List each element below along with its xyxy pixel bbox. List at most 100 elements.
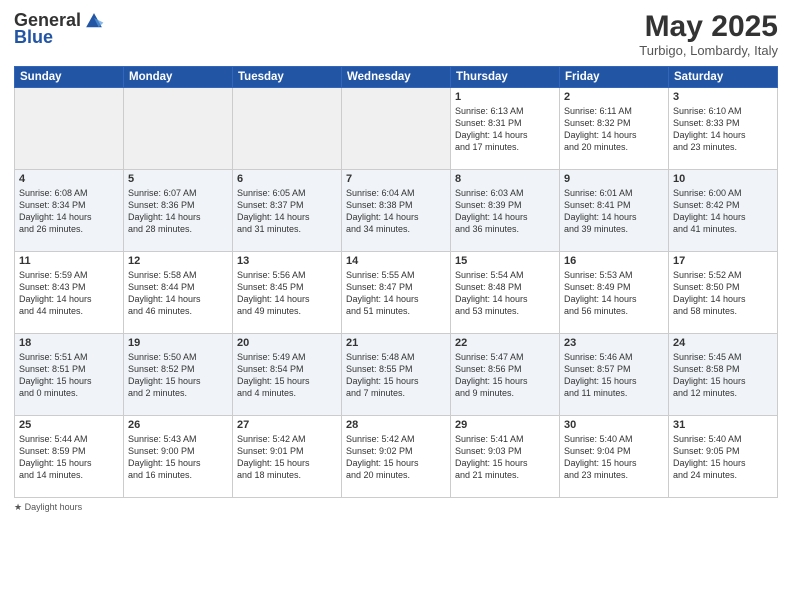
calendar-cell: 13 Sunrise: 5:56 AM Sunset: 8:45 PM Dayli… [233,252,342,334]
day-info: Sunrise: 6:04 AM Sunset: 8:38 PM Dayligh… [346,187,446,236]
calendar-cell: 3Sunrise: 6:10 AM Sunset: 8:33 PM Daylig… [669,88,778,170]
day-info: Sunrise: 5:50 AM Sunset: 8:52 PM Dayligh… [128,351,228,400]
calendar-cell: 8 Sunrise: 6:03 AM Sunset: 8:39 PM Daylig… [451,170,560,252]
calendar-cell: 16Sunrise: 5:53 AM Sunset: 8:49 PM Dayli… [560,252,669,334]
day-info: Sunrise: 5:42 AM Sunset: 9:02 PM Dayligh… [346,433,446,482]
calendar-week-2: 4 Sunrise: 6:08 AM Sunset: 8:34 PM Daylig… [15,170,778,252]
column-header-saturday: Saturday [669,67,778,88]
calendar-cell: 9 Sunrise: 6:01 AM Sunset: 8:41 PM Daylig… [560,170,669,252]
day-number: 12 [128,255,228,267]
day-number: 26 [128,419,228,431]
day-number: 18 [19,337,119,349]
day-info: Sunrise: 5:49 AM Sunset: 8:54 PM Dayligh… [237,351,337,400]
calendar-cell: 31 Sunrise: 5:40 AM Sunset: 9:05 PM Dayli… [669,416,778,498]
day-info: Sunrise: 6:07 AM Sunset: 8:36 PM Dayligh… [128,187,228,236]
day-info: Sunrise: 6:08 AM Sunset: 8:34 PM Dayligh… [19,187,119,236]
day-info: Sunrise: 5:52 AM Sunset: 8:50 PM Dayligh… [673,269,773,318]
day-info: Sunrise: 5:51 AM Sunset: 8:51 PM Dayligh… [19,351,119,400]
calendar-cell: 12 Sunrise: 5:58 AM Sunset: 8:44 PM Dayli… [124,252,233,334]
day-number: 8 [455,173,555,185]
day-number: 14 [346,255,446,267]
calendar-cell: 19Sunrise: 5:50 AM Sunset: 8:52 PM Dayli… [124,334,233,416]
page: General Blue May 2025 Turbigo, Lombardy,… [0,0,792,612]
column-header-tuesday: Tuesday [233,67,342,88]
day-number: 11 [19,255,119,267]
month-title: May 2025 [639,10,778,43]
calendar-header-row: SundayMondayTuesdayWednesdayThursdayFrid… [15,67,778,88]
logo-blue: Blue [14,28,53,48]
day-number: 23 [564,337,664,349]
day-info: Sunrise: 5:53 AM Sunset: 8:49 PM Dayligh… [564,269,664,318]
calendar-cell: 26 Sunrise: 5:43 AM Sunset: 9:00 PM Dayli… [124,416,233,498]
day-info: Sunrise: 5:40 AM Sunset: 9:05 PM Dayligh… [673,433,773,482]
day-number: 6 [237,173,337,185]
day-info: Sunrise: 5:46 AM Sunset: 8:57 PM Dayligh… [564,351,664,400]
calendar-cell: 4 Sunrise: 6:08 AM Sunset: 8:34 PM Daylig… [15,170,124,252]
calendar-week-3: 11 Sunrise: 5:59 AM Sunset: 8:43 PM Dayli… [15,252,778,334]
day-info: Sunrise: 5:40 AM Sunset: 9:04 PM Dayligh… [564,433,664,482]
day-info: Sunrise: 5:43 AM Sunset: 9:00 PM Dayligh… [128,433,228,482]
calendar-cell: 17 Sunrise: 5:52 AM Sunset: 8:50 PM Dayli… [669,252,778,334]
day-info: Sunrise: 5:58 AM Sunset: 8:44 PM Dayligh… [128,269,228,318]
calendar-cell: 28 Sunrise: 5:42 AM Sunset: 9:02 PM Dayli… [342,416,451,498]
calendar-cell [124,88,233,170]
day-number: 17 [673,255,773,267]
day-number: 4 [19,173,119,185]
calendar-cell: 21Sunrise: 5:48 AM Sunset: 8:55 PM Dayli… [342,334,451,416]
calendar-cell: 14 Sunrise: 5:55 AM Sunset: 8:47 PM Dayli… [342,252,451,334]
column-header-friday: Friday [560,67,669,88]
day-number: 2 [564,91,664,103]
title-block: May 2025 Turbigo, Lombardy, Italy [639,10,778,58]
day-number: 9 [564,173,664,185]
day-info: Sunrise: 5:42 AM Sunset: 9:01 PM Dayligh… [237,433,337,482]
day-number: 7 [346,173,446,185]
header: General Blue May 2025 Turbigo, Lombardy,… [14,10,778,58]
calendar-cell: 18 Sunrise: 5:51 AM Sunset: 8:51 PM Dayli… [15,334,124,416]
day-info: Sunrise: 6:05 AM Sunset: 8:37 PM Dayligh… [237,187,337,236]
day-info: Sunrise: 5:59 AM Sunset: 8:43 PM Dayligh… [19,269,119,318]
day-number: 5 [128,173,228,185]
day-number: 28 [346,419,446,431]
logo: General Blue [14,10,105,48]
day-number: 15 [455,255,555,267]
column-header-monday: Monday [124,67,233,88]
calendar-cell: 11 Sunrise: 5:59 AM Sunset: 8:43 PM Dayli… [15,252,124,334]
column-header-thursday: Thursday [451,67,560,88]
day-number: 25 [19,419,119,431]
day-number: 10 [673,173,773,185]
day-number: 27 [237,419,337,431]
calendar-cell: 30Sunrise: 5:40 AM Sunset: 9:04 PM Dayli… [560,416,669,498]
calendar-cell: 15 Sunrise: 5:54 AM Sunset: 8:48 PM Dayli… [451,252,560,334]
day-info: Sunrise: 5:54 AM Sunset: 8:48 PM Dayligh… [455,269,555,318]
calendar-cell: 23 Sunrise: 5:46 AM Sunset: 8:57 PM Dayli… [560,334,669,416]
calendar-cell: 25 Sunrise: 5:44 AM Sunset: 8:59 PM Dayli… [15,416,124,498]
logo-icon [83,10,105,32]
day-info: Sunrise: 5:47 AM Sunset: 8:56 PM Dayligh… [455,351,555,400]
footer: ★ Daylight hours [14,502,778,513]
day-number: 31 [673,419,773,431]
day-number: 22 [455,337,555,349]
calendar-week-5: 25 Sunrise: 5:44 AM Sunset: 8:59 PM Dayli… [15,416,778,498]
calendar-cell: 20Sunrise: 5:49 AM Sunset: 8:54 PM Dayli… [233,334,342,416]
day-info: Sunrise: 5:41 AM Sunset: 9:03 PM Dayligh… [455,433,555,482]
day-info: Sunrise: 5:44 AM Sunset: 8:59 PM Dayligh… [19,433,119,482]
day-number: 21 [346,337,446,349]
calendar-cell: 24Sunrise: 5:45 AM Sunset: 8:58 PM Dayli… [669,334,778,416]
day-info: Sunrise: 5:45 AM Sunset: 8:58 PM Dayligh… [673,351,773,400]
calendar-cell [342,88,451,170]
day-info: Sunrise: 6:03 AM Sunset: 8:39 PM Dayligh… [455,187,555,236]
calendar-cell [15,88,124,170]
day-info: Sunrise: 5:55 AM Sunset: 8:47 PM Dayligh… [346,269,446,318]
day-number: 1 [455,91,555,103]
calendar: SundayMondayTuesdayWednesdayThursdayFrid… [14,66,778,498]
day-info: Sunrise: 6:11 AM Sunset: 8:32 PM Dayligh… [564,105,664,154]
calendar-cell: 6 Sunrise: 6:05 AM Sunset: 8:37 PM Daylig… [233,170,342,252]
column-header-sunday: Sunday [15,67,124,88]
day-number: 13 [237,255,337,267]
day-info: Sunrise: 6:01 AM Sunset: 8:41 PM Dayligh… [564,187,664,236]
day-number: 29 [455,419,555,431]
calendar-cell: 29 Sunrise: 5:41 AM Sunset: 9:03 PM Dayli… [451,416,560,498]
calendar-cell: 5 Sunrise: 6:07 AM Sunset: 8:36 PM Daylig… [124,170,233,252]
day-info: Sunrise: 5:56 AM Sunset: 8:45 PM Dayligh… [237,269,337,318]
calendar-week-1: 1Sunrise: 6:13 AM Sunset: 8:31 PM Daylig… [15,88,778,170]
